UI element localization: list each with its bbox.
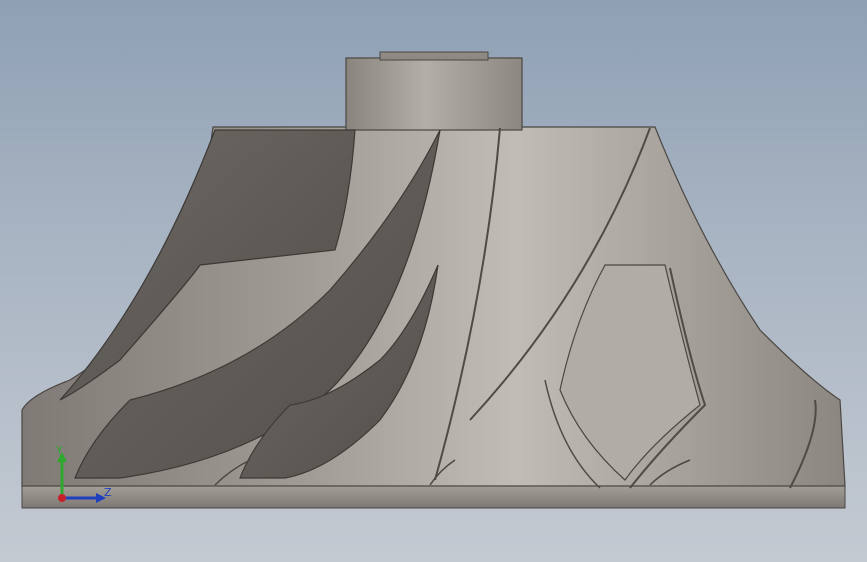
axis-triad: Y Z [55, 444, 112, 503]
impeller-model[interactable] [0, 0, 867, 562]
y-axis-label: Y [55, 444, 63, 457]
z-axis-label: Z [104, 486, 112, 499]
base-disc [21, 485, 846, 509]
x-axis-dot [58, 494, 66, 502]
shaft-top-step [379, 51, 489, 61]
cad-viewport[interactable]: Y Z [0, 0, 867, 562]
shaft-cylinder [345, 57, 523, 131]
